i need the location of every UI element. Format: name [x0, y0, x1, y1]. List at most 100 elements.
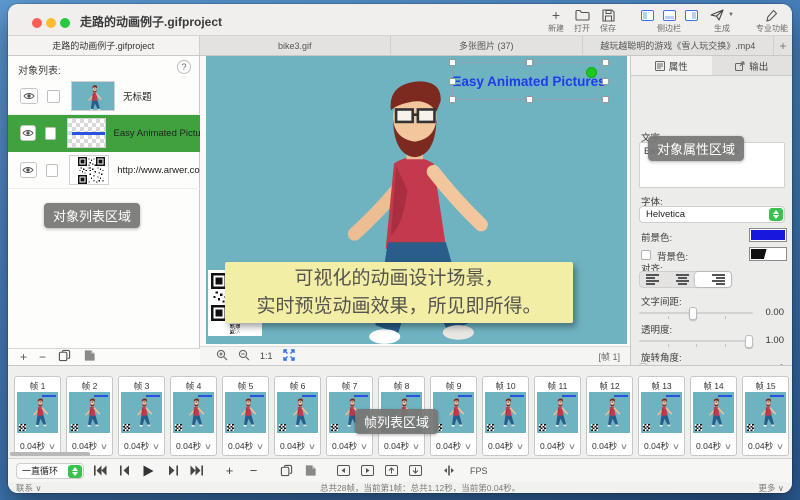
remove-frame-button[interactable]: −: [246, 463, 261, 478]
frame-duration-dropdown[interactable]: 0.04秒∨: [327, 440, 372, 452]
close-button[interactable]: [32, 18, 42, 28]
align-left-icon[interactable]: [640, 272, 670, 287]
resize-handle[interactable]: [526, 59, 533, 66]
save-button[interactable]: 保存: [586, 8, 630, 34]
skip-to-start-button[interactable]: [93, 463, 108, 478]
object-checkbox[interactable]: [46, 164, 58, 177]
frame-duration-dropdown[interactable]: 0.04秒∨: [691, 440, 736, 452]
pro-features-button[interactable]: 专业功能: [750, 8, 792, 34]
move-frame-left-button[interactable]: [384, 463, 399, 478]
opacity-slider[interactable]: [639, 335, 753, 347]
insert-frame-right-button[interactable]: [360, 463, 375, 478]
object-checkbox[interactable]: [47, 90, 60, 103]
step-back-button[interactable]: [117, 463, 132, 478]
selection-dot-icon[interactable]: [586, 67, 597, 78]
frame-card[interactable]: 帧 4 0.04秒∨: [170, 376, 217, 456]
object-row-qr[interactable]: http://www.arwer.com: [8, 152, 200, 189]
zoom-in-icon[interactable]: [216, 349, 228, 364]
frame-card[interactable]: 帧 1 0.04秒∨: [14, 376, 61, 456]
frame-card[interactable]: 帧 6 0.04秒∨: [274, 376, 321, 456]
frame-card[interactable]: 帧 14 0.04秒∨: [690, 376, 737, 456]
resize-handle[interactable]: [602, 96, 609, 103]
frame-card[interactable]: 帧 10 0.04秒∨: [482, 376, 529, 456]
frame-duration-dropdown[interactable]: 0.04秒∨: [15, 440, 60, 452]
object-row-text[interactable]: Easy Animated Pictures: [8, 115, 200, 152]
canvas-text-object[interactable]: Easy Animated Pictures: [453, 63, 605, 99]
split-frame-button[interactable]: [441, 463, 456, 478]
text-object-selection[interactable]: Easy Animated Pictures: [452, 62, 606, 100]
background-color-well[interactable]: [749, 247, 787, 261]
frame-card[interactable]: 帧 12 0.04秒∨: [586, 376, 633, 456]
frame-card[interactable]: 帧 5 0.04秒∨: [222, 376, 269, 456]
insert-frame-left-button[interactable]: [336, 463, 351, 478]
frame-duration-dropdown[interactable]: 0.04秒∨: [379, 440, 424, 452]
slider-thumb[interactable]: [745, 335, 753, 348]
dropdown-arrow-icon[interactable]: ▼: [728, 12, 734, 18]
tab-output[interactable]: 输出: [712, 56, 793, 75]
loop-mode-select[interactable]: 一直循环: [16, 463, 84, 479]
zoom-actual-button[interactable]: 1:1: [260, 351, 273, 361]
horizontal-scrollbar[interactable]: [10, 452, 90, 456]
generate-button[interactable]: ▼ 生成: [700, 8, 744, 34]
object-row-untitled[interactable]: 无标题: [8, 78, 200, 115]
paste-object-button[interactable]: [83, 349, 96, 365]
help-icon[interactable]: ?: [177, 60, 191, 74]
document-tab[interactable]: 走路的动画例子.gifproject: [8, 36, 200, 55]
right-sidebar-icon[interactable]: [685, 10, 698, 21]
add-object-button[interactable]: +: [20, 352, 27, 362]
paste-frame-button[interactable]: [303, 463, 318, 478]
frame-card[interactable]: 帧 15 0.04秒∨: [742, 376, 789, 456]
stepper-icon[interactable]: [769, 208, 783, 221]
add-tab-button[interactable]: +: [774, 36, 792, 55]
skip-to-end-button[interactable]: [189, 463, 204, 478]
zoom-button[interactable]: [60, 18, 70, 28]
background-color-checkbox[interactable]: [641, 250, 651, 260]
frame-duration-dropdown[interactable]: 0.04秒∨: [223, 440, 268, 452]
object-checkbox[interactable]: [45, 127, 56, 140]
more-dropdown[interactable]: 更多 ∨: [758, 482, 784, 493]
resize-handle[interactable]: [602, 78, 609, 85]
frame-card[interactable]: 帧 11 0.04秒∨: [534, 376, 581, 456]
duplicate-frame-button[interactable]: [279, 463, 294, 478]
frame-duration-dropdown[interactable]: 0.04秒∨: [639, 440, 684, 452]
document-tab[interactable]: 多张图片 (37): [391, 36, 583, 55]
visibility-toggle[interactable]: [20, 162, 37, 178]
duplicate-object-button[interactable]: [58, 349, 71, 365]
frame-duration-dropdown[interactable]: 0.04秒∨: [483, 440, 528, 452]
visibility-toggle[interactable]: [20, 125, 36, 141]
play-button[interactable]: [141, 463, 156, 478]
move-frame-right-button[interactable]: [408, 463, 423, 478]
resize-handle[interactable]: [449, 96, 456, 103]
frame-duration-dropdown[interactable]: 0.04秒∨: [431, 440, 476, 452]
resize-handle[interactable]: [526, 96, 533, 103]
sidebar-toggle-group[interactable]: 侧边栏: [638, 8, 700, 34]
resize-handle[interactable]: [449, 78, 456, 85]
foreground-color-well[interactable]: [749, 228, 787, 242]
document-tab[interactable]: bike3.gif: [200, 36, 392, 55]
document-tab[interactable]: 越玩越聪明的游戏《雪人玩交换》.mp4: [583, 36, 775, 55]
frame-card[interactable]: 帧 2 0.04秒∨: [66, 376, 113, 456]
bottom-panel-icon[interactable]: [663, 10, 676, 21]
step-forward-button[interactable]: [165, 463, 180, 478]
frame-duration-dropdown[interactable]: 0.04秒∨: [743, 440, 788, 452]
slider-thumb[interactable]: [689, 307, 697, 320]
add-frame-button[interactable]: +: [222, 463, 237, 478]
align-center-icon[interactable]: [670, 272, 694, 287]
frame-card[interactable]: 帧 13 0.04秒∨: [638, 376, 685, 456]
frame-duration-dropdown[interactable]: 0.04秒∨: [275, 440, 320, 452]
align-right-icon[interactable]: [695, 272, 731, 287]
frame-card[interactable]: 帧 3 0.04秒∨: [118, 376, 165, 456]
font-select[interactable]: Helvetica: [639, 206, 785, 223]
frame-duration-dropdown[interactable]: 0.04秒∨: [119, 440, 164, 452]
visibility-toggle[interactable]: [20, 88, 38, 104]
remove-object-button[interactable]: −: [39, 352, 46, 362]
fit-to-window-icon[interactable]: [283, 349, 295, 364]
resize-handle[interactable]: [602, 59, 609, 66]
tab-properties[interactable]: 属性: [631, 56, 712, 75]
contact-dropdown[interactable]: 联系 ∨: [16, 482, 42, 493]
frame-duration-dropdown[interactable]: 0.04秒∨: [171, 440, 216, 452]
frame-duration-dropdown[interactable]: 0.04秒∨: [67, 440, 112, 452]
stepper-icon[interactable]: [68, 465, 82, 478]
spacing-slider[interactable]: [639, 307, 753, 319]
frame-duration-dropdown[interactable]: 0.04秒∨: [535, 440, 580, 452]
